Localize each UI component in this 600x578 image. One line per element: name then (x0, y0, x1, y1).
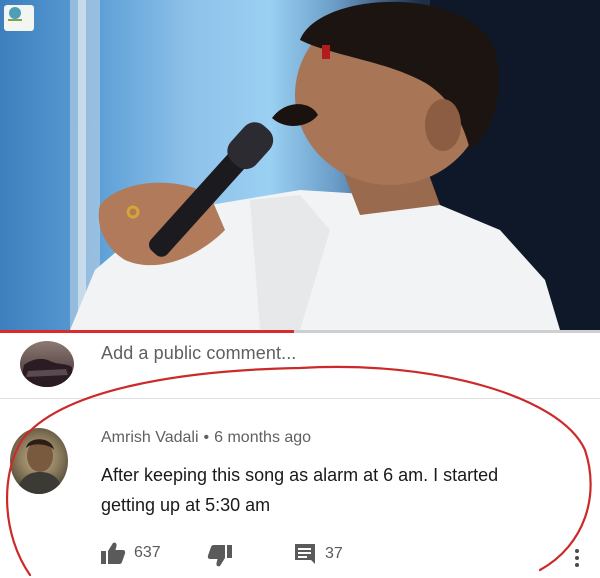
thumbs-up-icon (100, 541, 126, 565)
comment-item: Amrish Vadali • 6 months ago After keeping… (0, 400, 600, 578)
video-player[interactable] (0, 0, 600, 330)
dislike-button[interactable] (207, 544, 233, 568)
comment-time: 6 months ago (214, 429, 312, 446)
comment-author[interactable]: Amrish Vadali (101, 429, 199, 446)
reply-button[interactable]: 37 (293, 542, 343, 566)
more-vert-icon[interactable] (572, 547, 582, 569)
video-frame (70, 0, 600, 330)
like-button[interactable]: 637 (100, 541, 161, 565)
reply-count: 37 (325, 545, 343, 562)
thumbs-down-icon (207, 544, 233, 568)
comment-actions: 637 37 (100, 541, 500, 567)
comment-meta: Amrish Vadali • 6 months ago (101, 429, 311, 447)
section-divider (0, 398, 600, 399)
add-comment-row[interactable]: Add a public comment... (0, 333, 600, 395)
screenshot: Add a public comment... Amrish Vadali • 6 … (0, 0, 600, 578)
add-comment-placeholder[interactable]: Add a public comment... (101, 343, 296, 364)
comment-text: After keeping this song as alarm at 6 am… (101, 465, 499, 515)
channel-watermark (4, 5, 34, 31)
commenter-avatar[interactable] (10, 428, 68, 494)
comment-icon (293, 542, 317, 566)
like-count: 637 (134, 544, 161, 561)
meta-separator: • (203, 429, 210, 446)
current-user-avatar (20, 341, 74, 387)
